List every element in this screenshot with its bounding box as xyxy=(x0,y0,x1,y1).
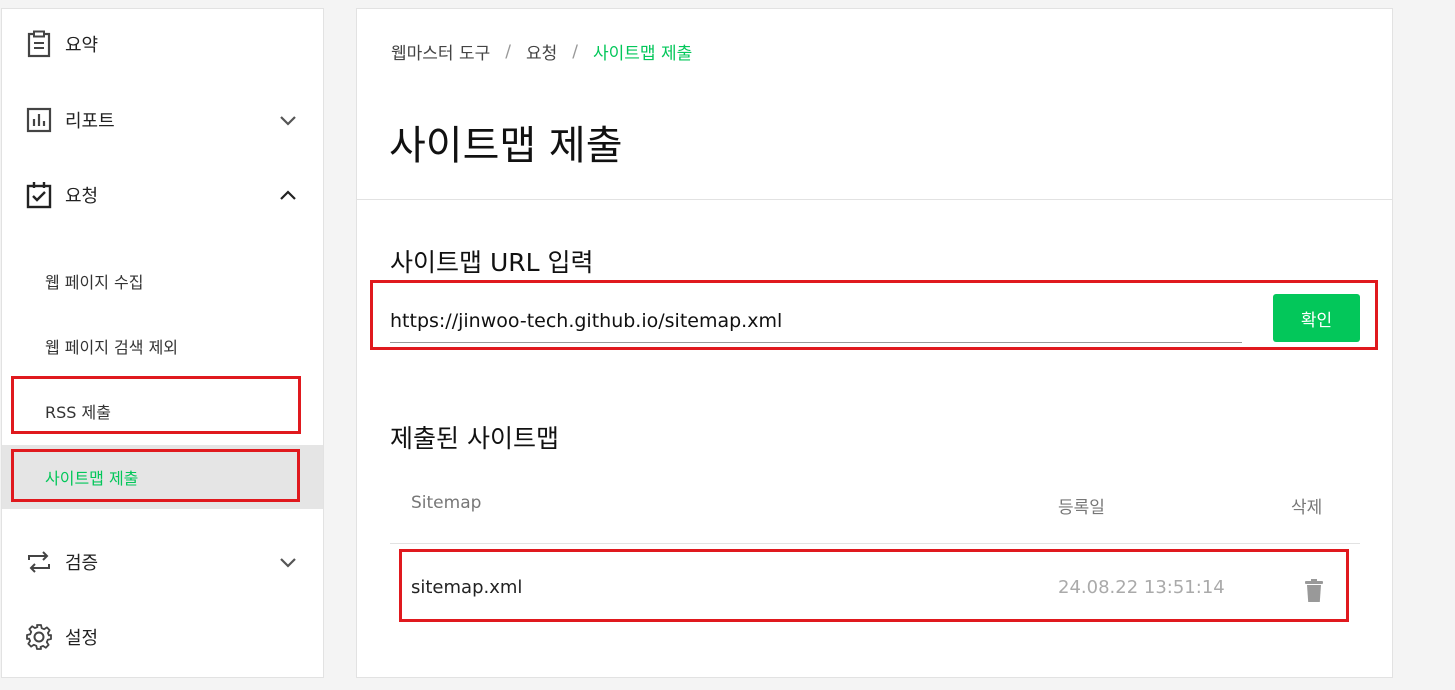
subitem-label: 사이트맵 제출 xyxy=(45,469,139,488)
main-panel: 웹마스터 도구 / 요청 / 사이트맵 제출 사이트맵 제출 사이트맵 URL … xyxy=(356,8,1393,678)
divider xyxy=(357,199,1392,200)
sidebar-item-request[interactable]: 요청 xyxy=(2,170,323,220)
subitem-label: RSS 제출 xyxy=(45,403,111,422)
sidebar-item-label: 요약 xyxy=(65,35,99,56)
column-header-sitemap: Sitemap xyxy=(411,493,482,513)
breadcrumb-item[interactable]: 요청 xyxy=(526,39,557,64)
breadcrumb: 웹마스터 도구 / 요청 / 사이트맵 제출 xyxy=(391,39,693,65)
subitem-rss-submit[interactable]: RSS 제출 xyxy=(2,379,323,443)
repeat-arrows-icon xyxy=(24,547,54,577)
subitem-sitemap-submit[interactable]: 사이트맵 제출 xyxy=(2,445,323,509)
breadcrumb-item[interactable]: 웹마스터 도구 xyxy=(391,39,490,64)
table-divider xyxy=(390,543,1360,544)
subitem-web-page-exclude[interactable]: 웹 페이지 검색 제외 xyxy=(2,314,323,378)
chevron-down-icon[interactable] xyxy=(277,109,299,131)
sitemap-name[interactable]: sitemap.xml xyxy=(411,577,522,598)
chevron-up-icon[interactable] xyxy=(277,184,299,206)
gear-icon xyxy=(24,622,54,652)
trash-icon[interactable] xyxy=(1304,579,1324,603)
subitem-web-page-collect[interactable]: 웹 페이지 수집 xyxy=(2,249,323,313)
sidebar: 요약 리포트 요청 웹 페이지 수집 웹 페이지 검색 제외 RSS 제출 사이… xyxy=(1,8,324,678)
page-title: 사이트맵 제출 xyxy=(389,123,623,169)
sidebar-item-label: 요청 xyxy=(65,186,99,207)
sidebar-item-settings[interactable]: 설정 xyxy=(2,612,323,662)
column-header-delete: 삭제 xyxy=(1291,498,1323,518)
sidebar-item-verify[interactable]: 검증 xyxy=(2,537,323,587)
sitemap-url-input[interactable] xyxy=(390,299,1242,343)
registered-date: 24.08.22 13:51:14 xyxy=(1058,577,1225,598)
subitem-label: 웹 페이지 검색 제외 xyxy=(45,338,179,357)
clipboard-icon xyxy=(24,29,54,59)
bar-chart-icon xyxy=(24,105,54,135)
chevron-down-icon[interactable] xyxy=(277,551,299,573)
breadcrumb-separator: / xyxy=(572,41,578,62)
sidebar-item-report[interactable]: 리포트 xyxy=(2,95,323,145)
confirm-button[interactable]: 확인 xyxy=(1273,294,1360,342)
clipboard-check-icon xyxy=(24,180,54,210)
submitted-section-title: 제출된 사이트맵 xyxy=(390,424,559,453)
sidebar-item-label: 리포트 xyxy=(65,111,115,132)
url-section-title: 사이트맵 URL 입력 xyxy=(390,248,594,277)
sidebar-item-label: 검증 xyxy=(65,553,99,574)
subitem-label: 웹 페이지 수집 xyxy=(45,273,144,292)
sidebar-item-summary[interactable]: 요약 xyxy=(2,19,323,69)
breadcrumb-current: 사이트맵 제출 xyxy=(593,44,693,64)
breadcrumb-separator: / xyxy=(505,41,511,62)
column-header-date: 등록일 xyxy=(1058,498,1105,518)
sidebar-item-label: 설정 xyxy=(65,628,99,649)
